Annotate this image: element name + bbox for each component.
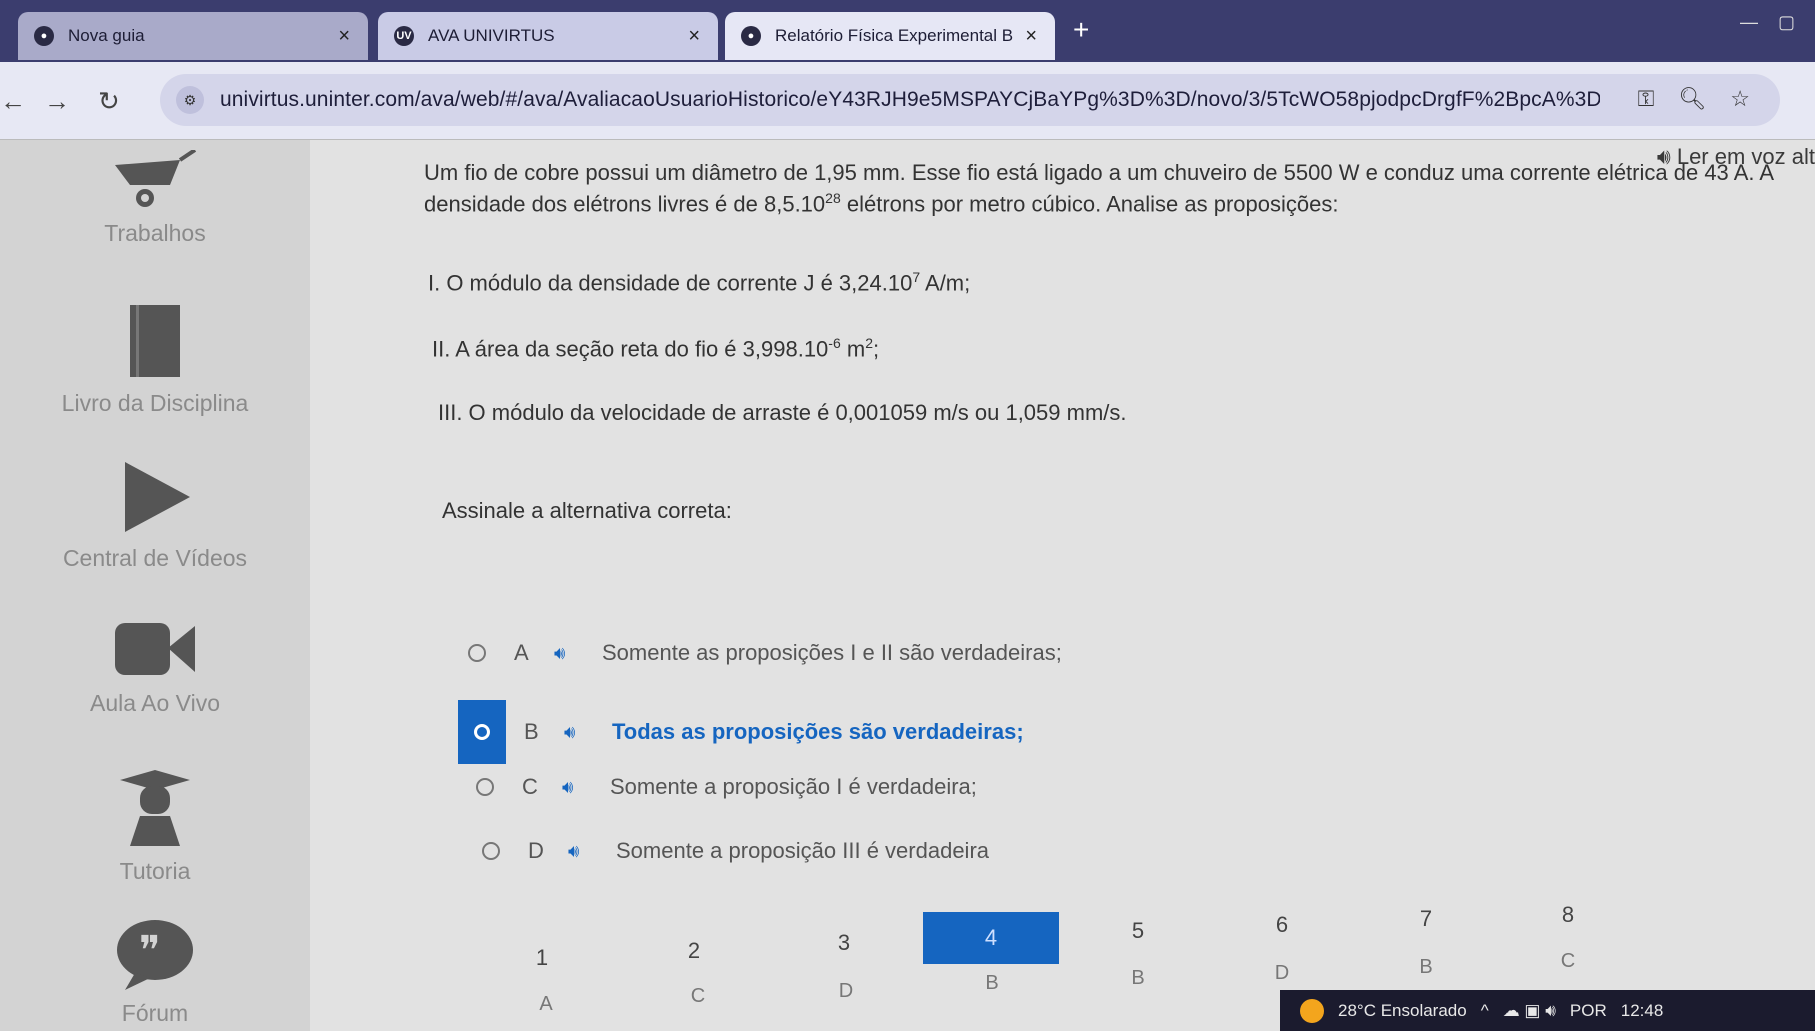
question-text: Um fio de cobre possui um diâmetro de 1,… <box>424 160 1775 217</box>
close-icon[interactable]: × <box>1025 25 1037 48</box>
sidebar-item-label: Central de Vídeos <box>62 545 248 571</box>
close-icon[interactable]: × <box>688 25 700 48</box>
question-answer: C <box>690 985 706 1007</box>
book-icon <box>130 305 180 377</box>
sidebar-item-aula-ao-vivo[interactable]: Aula Ao Vivo <box>0 618 310 717</box>
speaker-icon[interactable]: 🔊︎ <box>568 841 616 862</box>
radio-button[interactable] <box>468 644 486 662</box>
question-number-active[interactable]: 4 <box>923 912 1059 964</box>
globe-icon: ● <box>741 26 761 46</box>
minimize-icon[interactable]: — ▢ <box>1740 12 1795 33</box>
sidebar-item-label: Livro da Disciplina <box>61 390 249 416</box>
browser-toolbar: ← → ↻ ⚙ univirtus.uninter.com/ava/web/#/… <box>0 62 1815 140</box>
question-answer: A <box>539 993 553 1015</box>
tray-icons[interactable]: ☁ ▣ 🔊︎ <box>1503 1001 1556 1021</box>
option-d[interactable]: D 🔊︎ Somente a proposição III é verdadei… <box>482 838 989 864</box>
quote-bubble-icon: ❞ <box>117 920 193 990</box>
option-c[interactable]: C 🔊︎ Somente a proposição I é verdadeira… <box>476 774 977 800</box>
new-tab-button[interactable]: + <box>1073 14 1089 46</box>
question-number[interactable]: 1 <box>522 945 562 971</box>
sidebar-item-label: Tutoria <box>119 858 191 884</box>
forward-icon[interactable]: → <box>44 86 70 117</box>
zoom-icon[interactable]: 🔍︎ <box>1678 86 1706 112</box>
univirtus-logo-icon: UV <box>394 26 414 46</box>
site-settings-icon[interactable]: ⚙ <box>176 86 204 114</box>
camera-icon <box>115 623 195 675</box>
sidebar-item-tutoria[interactable]: Tutoria <box>0 768 310 885</box>
question-number[interactable]: 6 <box>1262 912 1302 938</box>
clock[interactable]: 12:48 <box>1621 1001 1664 1021</box>
speaker-icon[interactable]: 🔊︎ <box>554 643 602 664</box>
tab-ava-univirtus[interactable]: UV AVA UNIVIRTUS × <box>378 12 718 60</box>
sidebar-item-label: Trabalhos <box>104 220 206 246</box>
question-answer: B <box>1419 956 1433 978</box>
language-indicator[interactable]: POR <box>1570 1001 1607 1021</box>
question-number[interactable]: 3 <box>824 930 864 956</box>
sidebar-item-livro[interactable]: Livro da Disciplina <box>0 300 310 417</box>
address-bar[interactable]: ⚙ univirtus.uninter.com/ava/web/#/ava/Av… <box>160 74 1780 126</box>
option-b[interactable]: B 🔊︎ Todas as proposições são verdadeira… <box>458 700 1024 764</box>
question-answer: D <box>838 980 854 1002</box>
tab-title: AVA UNIVIRTUS <box>428 26 555 45</box>
svg-text:❞: ❞ <box>139 928 161 974</box>
reload-icon[interactable]: ↻ <box>98 86 120 117</box>
tab-relatorio[interactable]: ● Relatório Física Experimental B × <box>725 12 1055 60</box>
os-taskbar: 28°C Ensolarado ^ ☁ ▣ 🔊︎ POR 12:48 <box>1280 990 1815 1031</box>
proposition-1: I. O módulo da densidade de corrente J é… <box>428 269 971 296</box>
question-number[interactable]: 8 <box>1548 902 1588 928</box>
url-text[interactable]: univirtus.uninter.com/ava/web/#/ava/Aval… <box>220 88 1600 112</box>
sidebar-item-label: Fórum <box>121 1000 189 1026</box>
sidebar-item-videos[interactable]: Central de Vídeos <box>0 460 310 572</box>
close-icon[interactable]: × <box>338 25 350 48</box>
sun-icon <box>1300 998 1324 1023</box>
question-answer: C <box>1560 950 1576 972</box>
back-icon[interactable]: ← <box>0 86 26 117</box>
radio-button-selected[interactable] <box>458 700 506 764</box>
tab-nova-guia[interactable]: ● Nova guia × <box>18 12 368 60</box>
question-number[interactable]: 5 <box>1118 918 1158 944</box>
browser-tab-strip: ● Nova guia × UV AVA UNIVIRTUS × ● Relat… <box>0 0 1815 62</box>
sidebar: Trabalhos Livro da Disciplina Central de… <box>0 140 310 1031</box>
question-number[interactable]: 2 <box>674 938 714 964</box>
wheelbarrow-icon <box>115 150 197 207</box>
question-answer: B <box>985 972 999 994</box>
speaker-icon[interactable]: 🔊︎ <box>562 777 610 798</box>
tab-title: Nova guia <box>68 26 145 45</box>
sidebar-item-forum[interactable]: ❞ Fórum <box>0 918 310 1027</box>
question-answer: B <box>1131 967 1145 989</box>
question-number[interactable]: 7 <box>1406 906 1446 932</box>
proposition-2: II. A área da seção reta do fio é 3,998.… <box>432 335 880 362</box>
question-panel: 🔊︎ Ler em voz alt Um fio de cobre possui… <box>310 140 1815 1031</box>
play-icon <box>125 462 190 532</box>
key-icon[interactable]: ⚿ <box>1638 86 1655 112</box>
graduate-icon <box>120 770 190 846</box>
proposition-3: III. O módulo da velocidade de arraste é… <box>438 400 1127 425</box>
option-a[interactable]: A 🔊︎ Somente as proposições I e II são v… <box>468 640 1062 666</box>
question-answer: D <box>1274 962 1290 984</box>
sidebar-item-trabalhos[interactable]: Trabalhos <box>0 150 310 247</box>
bookmark-star-icon[interactable]: ☆ <box>1730 86 1750 112</box>
tab-title: Relatório Física Experimental B <box>775 26 1014 45</box>
radio-button[interactable] <box>482 842 500 860</box>
speaker-icon[interactable]: 🔊︎ <box>564 722 612 743</box>
sidebar-item-label: Aula Ao Vivo <box>89 690 220 716</box>
globe-icon: ● <box>34 26 54 46</box>
chevron-up-icon[interactable]: ^ <box>1481 1001 1489 1021</box>
instruction-text: Assinale a alternativa correta: <box>442 498 732 523</box>
radio-button[interactable] <box>476 778 494 796</box>
weather-text[interactable]: 28°C Ensolarado <box>1338 1001 1467 1021</box>
